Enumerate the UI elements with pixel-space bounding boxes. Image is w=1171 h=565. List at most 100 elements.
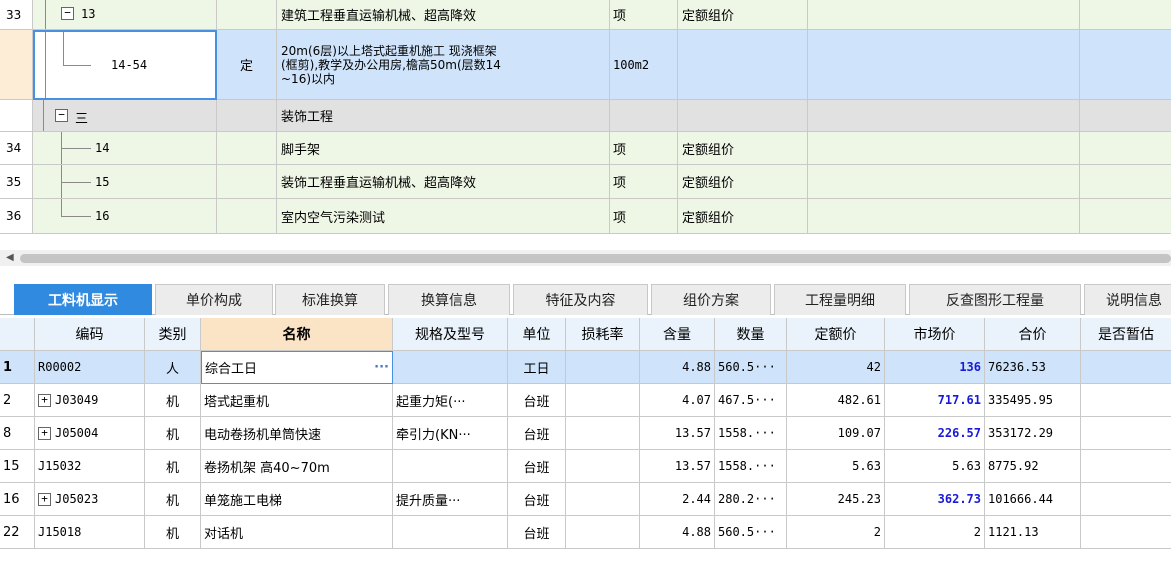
- tab-quantity-details[interactable]: 工程量明细: [774, 284, 906, 315]
- tab-pricing-scheme[interactable]: 组价方案: [651, 284, 771, 315]
- tab-description[interactable]: 说明信息: [1084, 284, 1171, 315]
- resource-total: 76236.53: [985, 351, 1081, 384]
- header-content[interactable]: 含量: [640, 318, 715, 351]
- tab-conversion-info[interactable]: 换算信息: [388, 284, 510, 315]
- resource-market-price[interactable]: 717.61: [885, 384, 985, 417]
- resource-name[interactable]: 对话机: [201, 516, 393, 549]
- resource-name[interactable]: 电动卷扬机单筒快速: [201, 417, 393, 450]
- tree-row[interactable]: 34 14 脚手架 项 定额组价: [0, 132, 1171, 165]
- item-type: 定: [217, 30, 277, 100]
- expand-icon[interactable]: +: [38, 492, 51, 506]
- resource-loss-rate[interactable]: [566, 483, 640, 516]
- resource-provisional[interactable]: [1081, 450, 1171, 483]
- header-unit[interactable]: 单位: [508, 318, 566, 351]
- item-name: 20m(6层)以上塔式起重机施工 现浇框架 (框剪),教学及办公用房,檐高50m…: [277, 30, 610, 100]
- tree-row-section[interactable]: − 三 装饰工程: [0, 100, 1171, 132]
- tree-code-cell[interactable]: 14: [33, 132, 217, 165]
- resource-content[interactable]: 4.88: [640, 351, 715, 384]
- scrollbar-thumb[interactable]: [20, 254, 1171, 263]
- item-name: 装饰工程垂直运输机械、超高降效: [277, 165, 610, 199]
- tree-row[interactable]: 33 − 13 建筑工程垂直运输机械、超高降效 项 定额组价: [0, 0, 1171, 30]
- resource-content[interactable]: 4.88: [640, 516, 715, 549]
- header-name[interactable]: 名称: [201, 318, 393, 351]
- row-index: 15: [0, 450, 35, 483]
- resource-provisional[interactable]: [1081, 516, 1171, 549]
- table-row[interactable]: 22 J15018 机 对话机 台班 4.88 560.5··· 2 2 112…: [0, 516, 1171, 549]
- tree-row[interactable]: 35 15 装饰工程垂直运输机械、超高降效 项 定额组价: [0, 165, 1171, 199]
- resource-name[interactable]: 单笼施工电梯: [201, 483, 393, 516]
- resource-spec: 牵引力(KN···: [393, 417, 508, 450]
- expand-icon[interactable]: +: [38, 426, 51, 440]
- tab-graphic-quantity-lookup[interactable]: 反查图形工程量: [909, 284, 1081, 315]
- resource-quantity: 560.5···: [715, 516, 787, 549]
- scroll-left-icon[interactable]: ◀: [6, 252, 14, 263]
- resource-unit: 台班: [508, 417, 566, 450]
- resource-name[interactable]: 塔式起重机: [201, 384, 393, 417]
- resource-market-price[interactable]: 362.73: [885, 483, 985, 516]
- table-row[interactable]: 16 + J05023 机 单笼施工电梯 提升质量··· 台班 2.44 280.…: [0, 483, 1171, 516]
- resource-content[interactable]: 4.07: [640, 384, 715, 417]
- tab-standard-conversion[interactable]: 标准换算: [275, 284, 385, 315]
- resource-provisional[interactable]: [1081, 351, 1171, 384]
- header-category[interactable]: 类别: [145, 318, 201, 351]
- resource-provisional[interactable]: [1081, 384, 1171, 417]
- resource-market-price[interactable]: 226.57: [885, 417, 985, 450]
- header-market-price[interactable]: 市场价: [885, 318, 985, 351]
- item-name: 室内空气污染测试: [277, 199, 610, 234]
- resource-content[interactable]: 13.57: [640, 450, 715, 483]
- tree-code-cell[interactable]: − 三: [33, 100, 217, 132]
- tree-code-cell[interactable]: − 13: [33, 0, 217, 30]
- item-code: 16: [95, 209, 110, 223]
- tab-features-content[interactable]: 特征及内容: [513, 284, 648, 315]
- resource-quantity: 1558.···: [715, 450, 787, 483]
- resource-loss-rate[interactable]: [566, 384, 640, 417]
- resource-provisional[interactable]: [1081, 483, 1171, 516]
- header-loss-rate[interactable]: 损耗率: [566, 318, 640, 351]
- resource-name-editor[interactable]: 综合工日 ···: [201, 351, 393, 384]
- expand-icon[interactable]: +: [38, 393, 51, 407]
- horizontal-scrollbar[interactable]: ◀: [0, 250, 1171, 266]
- tree-row[interactable]: 36 16 室内空气污染测试 项 定额组价: [0, 199, 1171, 234]
- resource-total: 101666.44: [985, 483, 1081, 516]
- table-row[interactable]: 2 + J03049 机 塔式起重机 起重力矩(··· 台班 4.07 467.5…: [0, 384, 1171, 417]
- resource-loss-rate[interactable]: [566, 417, 640, 450]
- resource-code-cell: + J03049: [35, 384, 145, 417]
- resource-unit: 工日: [508, 351, 566, 384]
- resource-market-price[interactable]: 2: [885, 516, 985, 549]
- tree-row-selected[interactable]: 14-54 定 20m(6层)以上塔式起重机施工 现浇框架 (框剪),教学及办公…: [0, 30, 1171, 100]
- resource-name[interactable]: 卷扬机架 高40~70m: [201, 450, 393, 483]
- resource-loss-rate[interactable]: [566, 516, 640, 549]
- item-code: 14-54: [111, 58, 148, 72]
- tab-unit-price-composition[interactable]: 单价构成: [155, 284, 273, 315]
- header-total[interactable]: 合价: [985, 318, 1081, 351]
- resource-provisional[interactable]: [1081, 417, 1171, 450]
- header-provisional[interactable]: 是否暂估: [1081, 318, 1171, 351]
- more-options-button[interactable]: ···: [374, 360, 389, 375]
- tree-code-cell[interactable]: 14-54: [33, 30, 217, 100]
- tree-code-cell[interactable]: 16: [33, 199, 217, 234]
- table-row[interactable]: 15 J15032 机 卷扬机架 高40~70m 台班 13.57 1558.·…: [0, 450, 1171, 483]
- resource-market-price[interactable]: 136: [885, 351, 985, 384]
- header-quota-price[interactable]: 定额价: [787, 318, 885, 351]
- resource-loss-rate[interactable]: [566, 351, 640, 384]
- collapse-icon[interactable]: −: [61, 7, 74, 20]
- resource-market-price[interactable]: 5.63: [885, 450, 985, 483]
- table-row-selected[interactable]: 1 R00002 人 综合工日 ··· 工日 4.88 560.5··· 42 …: [0, 351, 1171, 384]
- table-row[interactable]: 8 + J05004 机 电动卷扬机单筒快速 牵引力(KN··· 台班 13.57…: [0, 417, 1171, 450]
- item-name: 建筑工程垂直运输机械、超高降效: [277, 0, 610, 30]
- resource-spec: 起重力矩(···: [393, 384, 508, 417]
- resource-spec: [393, 516, 508, 549]
- resource-loss-rate[interactable]: [566, 450, 640, 483]
- header-quantity[interactable]: 数量: [715, 318, 787, 351]
- tree-code-cell[interactable]: 15: [33, 165, 217, 199]
- header-code[interactable]: 编码: [35, 318, 145, 351]
- item-name-line: ~16)以内: [281, 71, 336, 86]
- resource-content[interactable]: 2.44: [640, 483, 715, 516]
- resource-unit: 台班: [508, 384, 566, 417]
- item-pricing-method: [678, 100, 808, 132]
- resource-content[interactable]: 13.57: [640, 417, 715, 450]
- resource-code: R00002: [35, 351, 145, 384]
- header-spec[interactable]: 规格及型号: [393, 318, 508, 351]
- tab-labor-material-machine[interactable]: 工料机显示: [14, 284, 152, 315]
- collapse-icon[interactable]: −: [55, 109, 68, 122]
